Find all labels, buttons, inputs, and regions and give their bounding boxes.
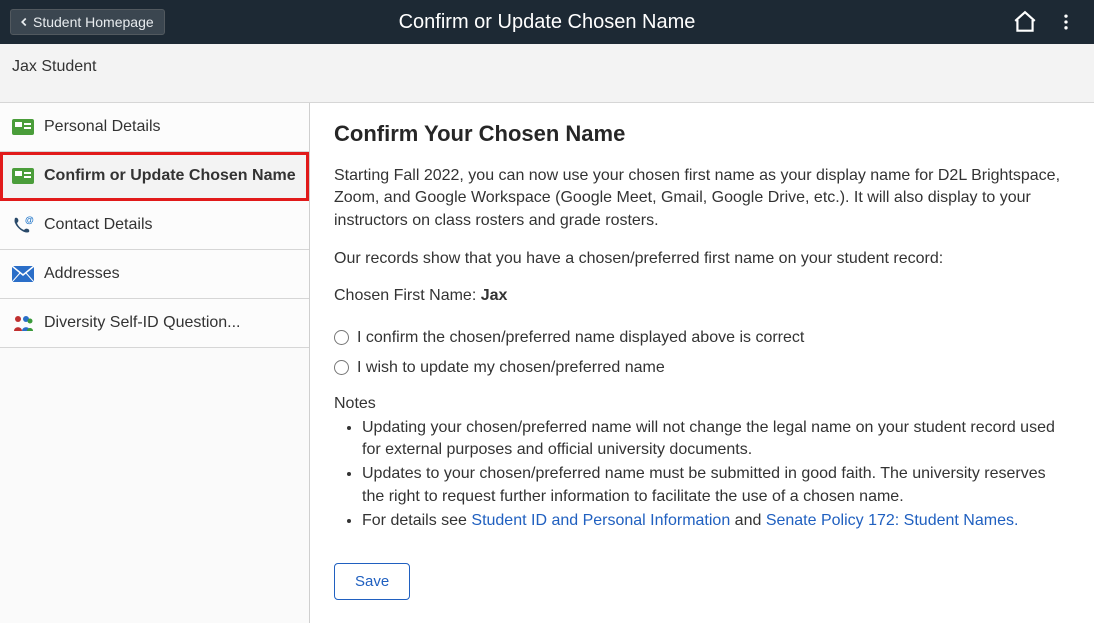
back-button[interactable]: Student Homepage <box>10 9 165 35</box>
page-title: Confirm or Update Chosen Name <box>399 11 696 34</box>
main-content: Confirm Your Chosen Name Starting Fall 2… <box>310 103 1094 623</box>
sidebar-item-label: Addresses <box>44 265 120 283</box>
sidebar-item-personal-details[interactable]: Personal Details <box>0 103 309 152</box>
chosen-name-label: Chosen First Name: <box>334 287 481 304</box>
radio-update[interactable]: I wish to update my chosen/preferred nam… <box>334 359 1070 377</box>
note-item: Updates to your chosen/preferred name mu… <box>362 463 1070 508</box>
intro-paragraph: Starting Fall 2022, you can now use your… <box>334 165 1070 232</box>
id-card-icon <box>12 166 34 186</box>
sidebar-item-chosen-name[interactable]: Confirm or Update Chosen Name <box>0 152 309 201</box>
note-item: For details see Student ID and Personal … <box>362 510 1070 532</box>
sidebar-item-label: Confirm or Update Chosen Name <box>44 167 296 185</box>
save-button[interactable]: Save <box>334 563 410 600</box>
notes-list: Updating your chosen/preferred name will… <box>334 417 1070 533</box>
back-button-label: Student Homepage <box>33 14 154 30</box>
sidebar-item-label: Diversity Self-ID Question... <box>44 314 241 332</box>
notes-heading: Notes <box>334 395 1070 413</box>
sidebar: Personal Details Confirm or Update Chose… <box>0 103 310 623</box>
svg-text:@: @ <box>25 215 34 225</box>
radio-update-input[interactable] <box>334 360 349 375</box>
chosen-name-value: Jax <box>481 287 508 304</box>
id-card-icon <box>12 117 34 137</box>
chosen-name-line: Chosen First Name: Jax <box>334 287 1070 305</box>
chevron-left-icon <box>17 15 31 29</box>
note-text: and <box>730 512 766 529</box>
link-student-id-info[interactable]: Student ID and Personal Information <box>471 512 730 529</box>
phone-at-icon: @ <box>12 215 34 235</box>
app-header: Student Homepage Confirm or Update Chose… <box>0 0 1094 44</box>
header-actions <box>1012 9 1084 35</box>
note-text: For details see <box>362 512 471 529</box>
note-item: Updating your chosen/preferred name will… <box>362 417 1070 462</box>
sidebar-item-diversity[interactable]: Diversity Self-ID Question... <box>0 299 309 348</box>
home-icon[interactable] <box>1012 9 1038 35</box>
sidebar-item-label: Contact Details <box>44 216 153 234</box>
records-paragraph: Our records show that you have a chosen/… <box>334 248 1070 270</box>
radio-confirm-label: I confirm the chosen/preferred name disp… <box>357 329 804 347</box>
radio-confirm-input[interactable] <box>334 330 349 345</box>
sidebar-item-contact-details[interactable]: @ Contact Details <box>0 201 309 250</box>
main-heading: Confirm Your Chosen Name <box>334 121 1070 147</box>
envelope-icon <box>12 264 34 284</box>
radio-update-label: I wish to update my chosen/preferred nam… <box>357 359 665 377</box>
people-icon <box>12 313 34 333</box>
radio-confirm[interactable]: I confirm the chosen/preferred name disp… <box>334 329 1070 347</box>
link-senate-policy[interactable]: Senate Policy 172: Student Names. <box>766 512 1019 529</box>
student-name-bar: Jax Student <box>0 44 1094 103</box>
student-name: Jax Student <box>12 58 97 75</box>
sidebar-item-label: Personal Details <box>44 118 161 136</box>
more-vertical-icon[interactable] <box>1056 11 1076 33</box>
sidebar-item-addresses[interactable]: Addresses <box>0 250 309 299</box>
